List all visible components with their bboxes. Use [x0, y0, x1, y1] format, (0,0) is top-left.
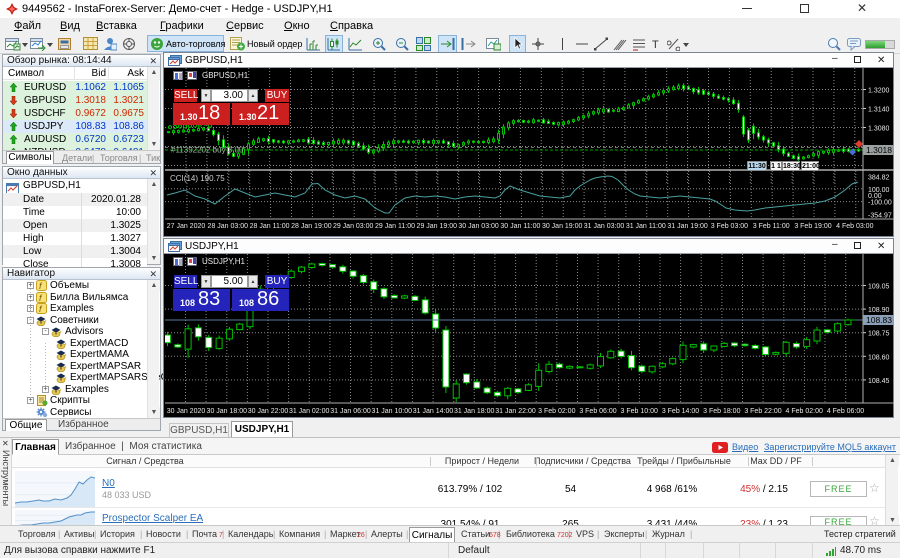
- svg-text:31 Jan 19:00: 31 Jan 19:00: [667, 223, 708, 230]
- svg-text:1.3140: 1.3140: [868, 107, 890, 114]
- svg-text:-354.97: -354.97: [868, 213, 892, 220]
- svg-text:108.83: 108.83: [866, 315, 892, 325]
- svg-text:31 Jan 18:00: 31 Jan 18:00: [454, 408, 495, 415]
- svg-text:30 Jan 22:00: 30 Jan 22:00: [248, 408, 289, 415]
- svg-text:28 Jan 11:00: 28 Jan 11:00: [250, 223, 290, 230]
- svg-text:30 Jan 03:00: 30 Jan 03:00: [458, 223, 499, 230]
- svg-text:CCI(14) 190.75: CCI(14) 190.75: [170, 174, 225, 183]
- svg-text:27 Jan 2020: 27 Jan 2020: [167, 223, 206, 230]
- svg-text:28 Jan 19:00: 28 Jan 19:00: [291, 223, 332, 230]
- svg-text:3 Feb 11:00: 3 Feb 11:00: [753, 223, 790, 230]
- svg-text:-100.00: -100.00: [868, 200, 892, 207]
- svg-text:31 Jan 02:00: 31 Jan 02:00: [289, 408, 330, 415]
- svg-text:108.45: 108.45: [868, 378, 890, 385]
- svg-text:3 Feb 19:00: 3 Feb 19:00: [794, 223, 831, 230]
- svg-text:1.3080: 1.3080: [868, 126, 890, 133]
- svg-text:1.3018: 1.3018: [866, 145, 892, 155]
- svg-text:4 Feb 06:00: 4 Feb 06:00: [827, 408, 864, 415]
- svg-text:3 Feb 06:00: 3 Feb 06:00: [579, 408, 616, 415]
- svg-text:31 Jan 03:00: 31 Jan 03:00: [584, 223, 625, 230]
- svg-text:T: T: [652, 39, 659, 51]
- svg-text:3 Feb 10:00: 3 Feb 10:00: [621, 408, 658, 415]
- svg-text:28 Jan 03:00: 28 Jan 03:00: [208, 223, 249, 230]
- svg-text:3 Feb 14:00: 3 Feb 14:00: [662, 408, 699, 415]
- svg-text:3 Feb 02:00: 3 Feb 02:00: [538, 408, 575, 415]
- svg-text:31 Jan 22:00: 31 Jan 22:00: [495, 408, 536, 415]
- svg-text:30 Jan 2020: 30 Jan 2020: [167, 408, 206, 415]
- svg-text:108.60: 108.60: [868, 354, 890, 361]
- svg-text:4 Feb 03:00: 4 Feb 03:00: [836, 223, 873, 230]
- svg-text:3 Feb 18:00: 3 Feb 18:00: [703, 408, 740, 415]
- svg-text:31 Jan 10:00: 31 Jan 10:00: [372, 408, 413, 415]
- svg-text:1.3200: 1.3200: [868, 88, 890, 95]
- svg-text:#11392202 buy 3.00: #11392202 buy 3.00: [171, 146, 244, 155]
- svg-text:3 Feb 03:00: 3 Feb 03:00: [711, 223, 748, 230]
- svg-text:29 Jan 03:00: 29 Jan 03:00: [333, 223, 374, 230]
- svg-text:29 Jan 11:00: 29 Jan 11:00: [375, 223, 415, 230]
- svg-text:30 Jan 19:00: 30 Jan 19:00: [542, 223, 583, 230]
- svg-text:109.05: 109.05: [868, 284, 890, 291]
- svg-text:30 Jan 18:00: 30 Jan 18:00: [207, 408, 248, 415]
- svg-text:108.75: 108.75: [868, 331, 890, 338]
- svg-text:4 Feb 02:00: 4 Feb 02:00: [786, 408, 823, 415]
- svg-text:29 Jan 19:00: 29 Jan 19:00: [417, 223, 458, 230]
- svg-text:108.90: 108.90: [868, 307, 890, 314]
- svg-text:3 Feb 22:00: 3 Feb 22:00: [744, 408, 781, 415]
- svg-text:384.82: 384.82: [868, 174, 890, 181]
- svg-text:30 Jan 11:00: 30 Jan 11:00: [500, 223, 540, 230]
- svg-text:31 Jan 11:00: 31 Jan 11:00: [626, 223, 666, 230]
- svg-text:31 Jan 14:00: 31 Jan 14:00: [413, 408, 454, 415]
- svg-text:31 Jan 06:00: 31 Jan 06:00: [330, 408, 371, 415]
